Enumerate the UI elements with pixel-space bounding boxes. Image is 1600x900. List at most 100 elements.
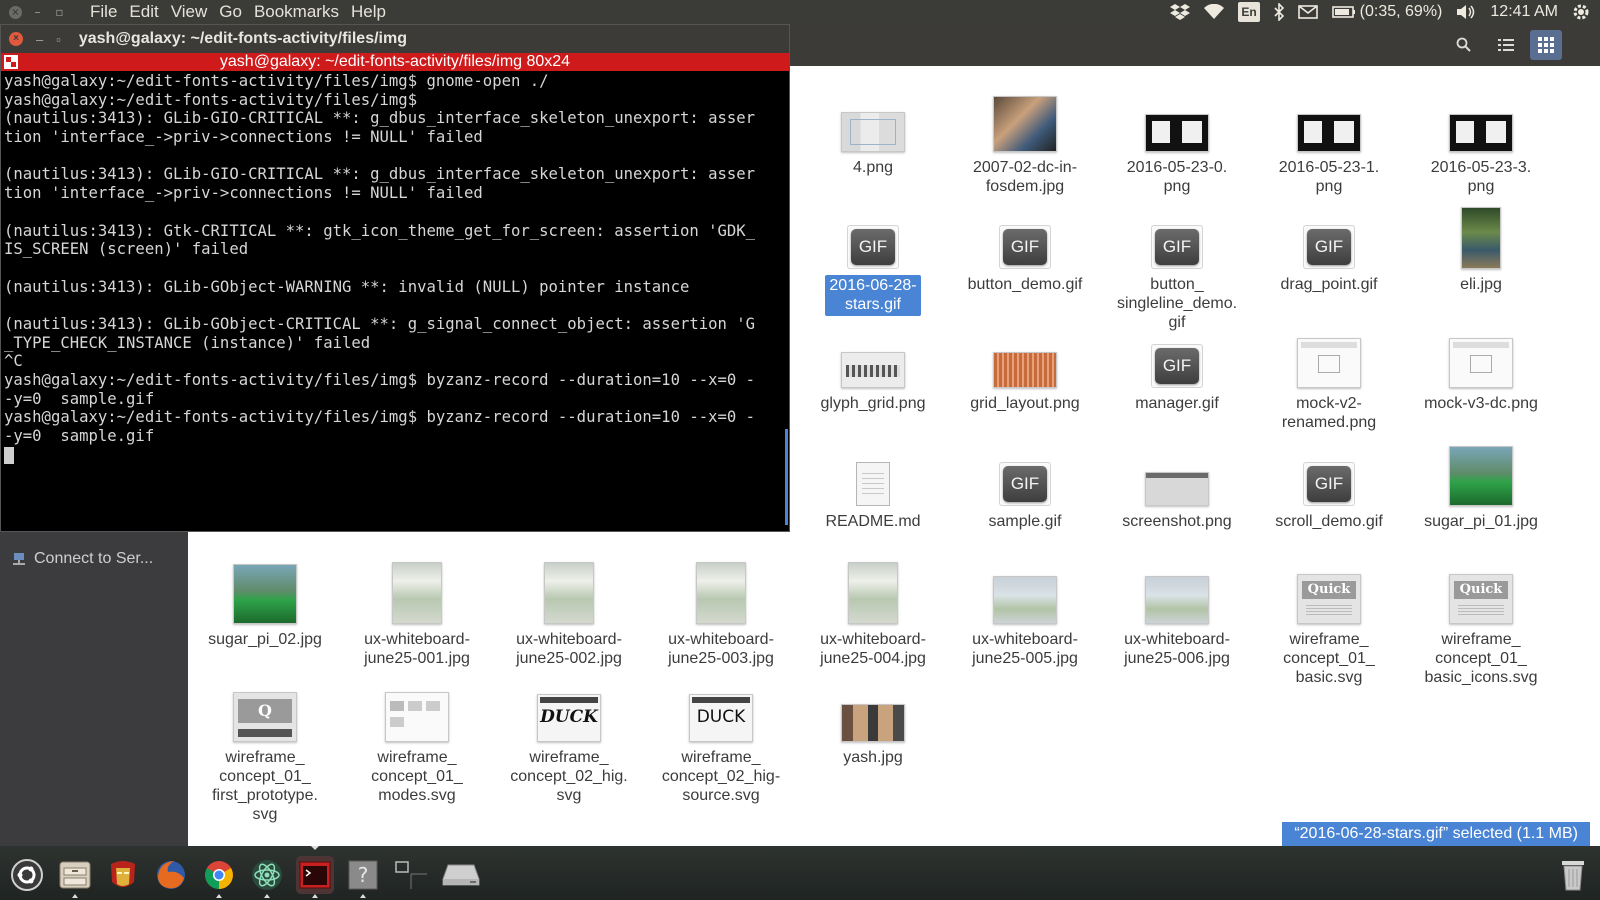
file-item[interactable]: ux-whiteboard- june25-001.jpg — [344, 552, 490, 668]
running-indicator — [312, 894, 318, 898]
gif-file-icon: GIF — [1151, 225, 1203, 269]
mail-icon[interactable] — [1297, 2, 1318, 22]
menu-go[interactable]: Go — [213, 2, 248, 22]
file-item[interactable]: 2007-02-dc-in- fosdem.jpg — [952, 80, 1098, 196]
search-button[interactable] — [1448, 30, 1480, 60]
launcher-atom[interactable] — [248, 856, 286, 898]
launcher-drive[interactable] — [440, 856, 482, 894]
file-name: ux-whiteboard- june25-006.jpg — [1124, 631, 1230, 667]
keyboard-layout-indicator[interactable]: En — [1238, 2, 1260, 22]
file-item[interactable]: GIF scroll_demo.gif — [1256, 434, 1402, 531]
file-name: wireframe_ concept_01_ modes.svg — [371, 749, 463, 804]
file-item[interactable]: ux-whiteboard- june25-003.jpg — [648, 552, 794, 668]
dropbox-icon[interactable] — [1170, 2, 1191, 22]
volume-icon[interactable] — [1456, 2, 1476, 22]
file-thumbnail — [696, 562, 746, 624]
file-thumbnail — [993, 352, 1057, 388]
file-item[interactable]: ux-whiteboard- june25-002.jpg — [496, 552, 642, 668]
launcher-dash-home[interactable] — [8, 856, 46, 894]
file-item[interactable]: GIF sample.gif — [952, 434, 1098, 531]
file-item[interactable]: GIF button_demo.gif — [952, 197, 1098, 294]
file-item[interactable]: GIF 2016-06-28- stars.gif — [800, 197, 946, 316]
maximize-icon[interactable]: ▫ — [56, 32, 61, 47]
file-item[interactable]: GIF button_ singleline_demo. gif — [1104, 197, 1250, 332]
file-item[interactable]: GIF manager.gif — [1104, 316, 1250, 413]
restore-icon[interactable]: ▫ — [53, 5, 66, 19]
file-item[interactable]: ux-whiteboard- june25-005.jpg — [952, 552, 1098, 668]
file-item[interactable]: grid_layout.png — [952, 316, 1098, 413]
menu-edit[interactable]: Edit — [123, 2, 164, 22]
grid-view-button[interactable] — [1530, 30, 1562, 60]
gif-badge: GIF — [851, 229, 895, 265]
file-name: wireframe_ concept_01_ basic.svg — [1283, 631, 1375, 686]
file-icon-area: DUCK — [537, 670, 601, 742]
launcher-firefox[interactable] — [152, 856, 190, 894]
file-name: 2016-06-28- stars.gif — [825, 275, 921, 316]
bluetooth-icon[interactable] — [1274, 2, 1284, 22]
file-item[interactable]: glyph_grid.png — [800, 316, 946, 413]
battery-indicator[interactable]: (0:35, 69%) — [1331, 2, 1442, 22]
file-item[interactable]: 4.png — [800, 80, 946, 177]
file-item[interactable]: screenshot.png — [1104, 434, 1250, 531]
terminal-output[interactable]: yash@galaxy:~/edit-fonts-activity/files/… — [1, 71, 789, 465]
close-icon[interactable]: × — [9, 32, 23, 46]
file-thumbnail — [1449, 338, 1513, 388]
file-item[interactable]: mock-v2- renamed.png — [1256, 316, 1402, 432]
file-item[interactable]: DUCK wireframe_ concept_02_hig. svg — [496, 670, 642, 805]
file-item[interactable]: eli.jpg — [1408, 197, 1554, 294]
file-item[interactable]: GIF drag_point.gif — [1256, 197, 1402, 294]
search-icon — [1456, 37, 1471, 52]
terminal-titlebar[interactable]: × – ▫ yash@galaxy: ~/edit-fonts-activity… — [1, 25, 789, 53]
file-item[interactable]: Quick wireframe_ concept_01_ basic_icons.… — [1408, 552, 1554, 687]
wifi-icon[interactable] — [1204, 2, 1225, 22]
file-item[interactable]: mock-v3-dc.png — [1408, 316, 1554, 413]
file-item[interactable]: 2016-05-23-1. png — [1256, 80, 1402, 196]
file-item[interactable]: yash.jpg — [800, 670, 946, 767]
launcher-iron-man[interactable] — [104, 856, 142, 894]
file-item[interactable]: DUCK wireframe_ concept_02_hig- source.sv… — [648, 670, 794, 805]
terminal-window-title: yash@galaxy: ~/edit-fonts-activity/files… — [78, 30, 407, 47]
terminal-tab[interactable]: yash@galaxy: ~/edit-fonts-activity/files… — [1, 53, 789, 71]
file-item[interactable]: 2016-05-23-0. png — [1104, 80, 1250, 196]
minimize-icon[interactable]: – — [36, 32, 43, 47]
file-item[interactable]: ux-whiteboard- june25-006.jpg — [1104, 552, 1250, 668]
menu-view[interactable]: View — [165, 2, 214, 22]
clock[interactable]: 12:41 AM — [1490, 3, 1558, 21]
file-icon-area: GIF — [1303, 197, 1355, 269]
file-icon-area — [1145, 80, 1209, 152]
file-icon-area — [544, 552, 594, 624]
gear-icon[interactable] — [1572, 2, 1590, 22]
launcher-help[interactable]: ? — [344, 856, 382, 898]
file-item[interactable]: Qwireframe_ concept_01_ first_prototype.… — [192, 670, 338, 824]
file-item[interactable]: sugar_pi_01.jpg — [1408, 434, 1554, 531]
terminal-window[interactable]: × – ▫ yash@galaxy: ~/edit-fonts-activity… — [0, 24, 790, 532]
file-item[interactable]: sugar_pi_02.jpg — [192, 552, 338, 649]
file-name: wireframe_ concept_01_ first_prototype. … — [212, 749, 318, 823]
sidebar-item-connect-to-server[interactable]: Connect to Ser... — [12, 550, 182, 568]
launcher-chrome[interactable] — [200, 856, 238, 898]
file-item[interactable]: 2016-05-23-3. png — [1408, 80, 1554, 196]
launcher-terminal[interactable] — [296, 846, 334, 898]
minimize-icon[interactable]: – — [31, 5, 44, 19]
list-view-button[interactable] — [1490, 30, 1522, 60]
terminal-scrollbar[interactable] — [785, 429, 788, 525]
file-thumbnail — [1297, 338, 1361, 388]
menu-bar: File Edit View Go Bookmarks Help — [84, 2, 392, 22]
file-item[interactable]: ux-whiteboard- june25-004.jpg — [800, 552, 946, 668]
file-thumbnail — [233, 564, 297, 624]
file-icon-area: DUCK — [689, 670, 753, 742]
ubuntu-logo-icon — [11, 859, 43, 891]
file-icon-area — [1145, 552, 1209, 624]
terminal-icon — [299, 861, 331, 889]
file-item[interactable]: README.md — [800, 434, 946, 531]
menu-bookmarks[interactable]: Bookmarks — [248, 2, 345, 22]
menu-file[interactable]: File — [84, 2, 123, 22]
menu-help[interactable]: Help — [345, 2, 392, 22]
launcher-files[interactable] — [56, 856, 94, 898]
file-item[interactable]: wireframe_ concept_01_ modes.svg — [344, 670, 490, 805]
close-icon[interactable]: × — [9, 5, 22, 19]
launcher-workspaces[interactable] — [392, 856, 430, 894]
file-cabinet-icon — [59, 861, 91, 889]
file-item[interactable]: Quick wireframe_ concept_01_ basic.svg — [1256, 552, 1402, 687]
launcher-trash[interactable] — [1554, 856, 1592, 894]
